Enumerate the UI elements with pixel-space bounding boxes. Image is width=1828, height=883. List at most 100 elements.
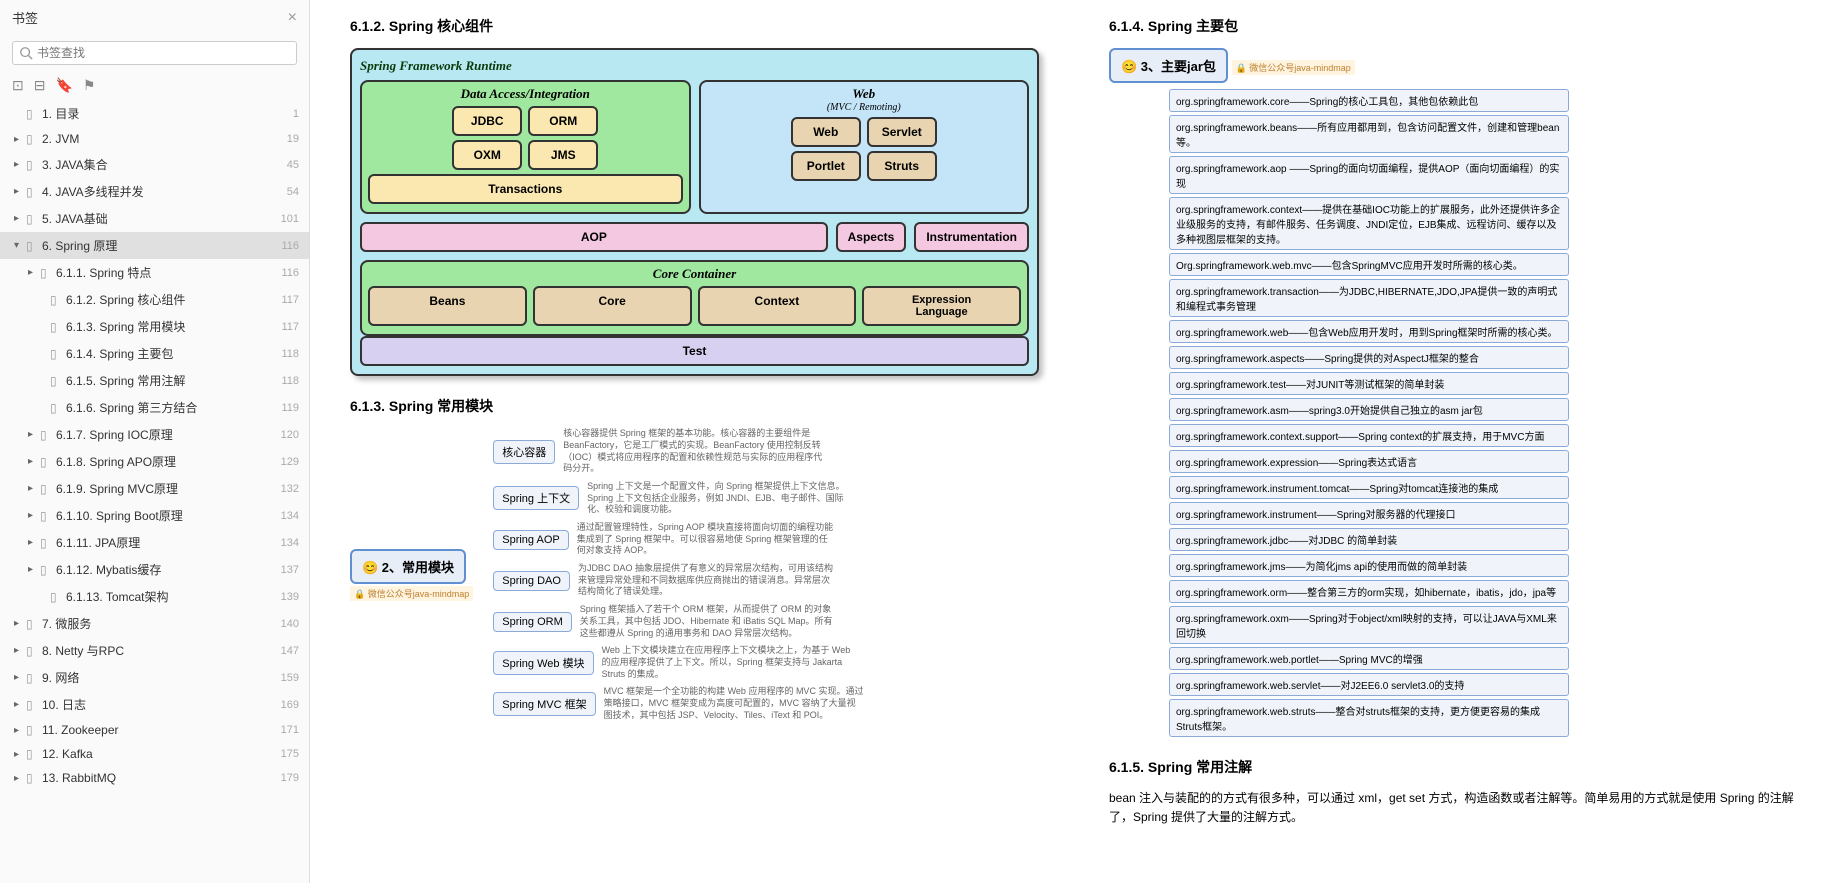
- bookmark-item[interactable]: ▯6.1.4. Spring 主要包118: [0, 340, 309, 367]
- bookmark-item[interactable]: ▸▯3. JAVA集合45: [0, 151, 309, 178]
- bookmark-item[interactable]: ▸▯6.1.11. JPA原理134: [0, 529, 309, 556]
- bookmark-item[interactable]: ▯6.1.13. Tomcat架构139: [0, 583, 309, 610]
- bookmark-item[interactable]: ▸▯2. JVM19: [0, 127, 309, 151]
- bookmark-item[interactable]: ▸▯8. Netty 与RPC147: [0, 637, 309, 664]
- module-node: Spring DAO: [493, 571, 570, 591]
- bookmark-item[interactable]: ▸▯11. Zookeeper171: [0, 718, 309, 742]
- servlet-box: Servlet: [867, 117, 937, 147]
- page-icon: ▯: [50, 590, 62, 604]
- bookmarks-sidebar: 书签 × ⊡ ⊟ 🔖 ⚑ ▯1. 目录1▸▯2. JVM19▸▯3. JAVA集…: [0, 0, 310, 883]
- chevron-icon: ▸: [28, 483, 38, 494]
- bookmark-item[interactable]: ▯1. 目录1: [0, 100, 309, 127]
- page-icon: ▯: [50, 374, 62, 388]
- bookmark-page: 179: [269, 772, 299, 784]
- page-icon: ▯: [40, 482, 52, 496]
- bookmark-page: 119: [269, 402, 299, 414]
- page-icon: ▯: [26, 644, 38, 658]
- bookmark-item[interactable]: ▸▯5. JAVA基础101: [0, 205, 309, 232]
- bookmark-item[interactable]: ▸▯9. 网络159: [0, 664, 309, 691]
- mm3-root: 😊 3、主要jar包: [1109, 48, 1228, 83]
- bookmark-item[interactable]: ▯6.1.6. Spring 第三方结合119: [0, 394, 309, 421]
- page-icon: ▯: [26, 617, 38, 631]
- bookmark-label: 1. 目录: [42, 105, 269, 122]
- bookmark-page: 137: [269, 564, 299, 576]
- bookmark-item[interactable]: ▸▯6.1.1. Spring 特点116: [0, 259, 309, 286]
- web-group: Web (MVC / Remoting) WebServlet PortletS…: [699, 80, 1030, 214]
- jar-item: org.springframework.jms——为简化jms api的使用而做…: [1169, 554, 1569, 577]
- bookmark-label: 3. JAVA集合: [42, 156, 269, 173]
- bookmark-label: 6. Spring 原理: [42, 237, 269, 254]
- search-icon: [19, 46, 33, 60]
- page-icon: ▯: [26, 698, 38, 712]
- search-input[interactable]: [37, 46, 290, 60]
- bookmark-item[interactable]: ▸▯6.1.12. Mybatis缓存137: [0, 556, 309, 583]
- beans-box: Beans: [368, 286, 527, 326]
- jar-item: Org.springframework.web.mvc——包含SpringMVC…: [1169, 253, 1569, 276]
- bookmark-label: 10. 日志: [42, 696, 269, 713]
- module-desc: 核心容器提供 Spring 框架的基本功能。核心容器的主要组件是 BeanFac…: [563, 428, 823, 475]
- module-node: 核心容器: [493, 440, 555, 464]
- bookmark-page: 175: [269, 748, 299, 760]
- page-icon: ▯: [26, 747, 38, 761]
- bookmark-page: 169: [269, 699, 299, 711]
- oxm-box: OXM: [452, 140, 522, 170]
- jar-item: org.springframework.orm——整合第三方的orm实现，如hi…: [1169, 580, 1569, 603]
- module-node: Spring MVC 框架: [493, 692, 595, 716]
- bookmark-item[interactable]: ▸▯13. RabbitMQ179: [0, 766, 309, 790]
- bookmark-page: 116: [269, 267, 299, 279]
- struts-box: Struts: [867, 151, 937, 181]
- chevron-icon: ▸: [14, 186, 24, 197]
- bookmark-page: 147: [269, 645, 299, 657]
- bookmark-item[interactable]: ▾▯6. Spring 原理116: [0, 232, 309, 259]
- page-icon: ▯: [26, 212, 38, 226]
- heading-614: 6.1.4. Spring 主要包: [1109, 16, 1798, 36]
- bookmark-item[interactable]: ▸▯10. 日志169: [0, 691, 309, 718]
- bookmark-item[interactable]: ▸▯6.1.8. Spring APO原理129: [0, 448, 309, 475]
- bookmark-page: 171: [269, 724, 299, 736]
- bookmark-label: 6.1.3. Spring 常用模块: [66, 318, 269, 335]
- jms-box: JMS: [528, 140, 598, 170]
- bookmark-item[interactable]: ▸▯4. JAVA多线程并发54: [0, 178, 309, 205]
- bookmark-item[interactable]: ▸▯7. 微服务140: [0, 610, 309, 637]
- modules-mindmap: 😊 2、常用模块 🔒 微信公众号java-mindmap 核心容器核心容器提供 …: [350, 428, 1039, 721]
- bookmark-page: 129: [269, 456, 299, 468]
- bookmark-item[interactable]: ▸▯6.1.10. Spring Boot原理134: [0, 502, 309, 529]
- data-access-group: Data Access/Integration JDBCORM OXMJMS T…: [360, 80, 691, 214]
- jar-item: org.springframework.instrument——Spring对服…: [1169, 502, 1569, 525]
- bookmark-item[interactable]: ▯6.1.3. Spring 常用模块117: [0, 313, 309, 340]
- instrumentation-box: Instrumentation: [914, 222, 1029, 252]
- close-icon[interactable]: ×: [288, 9, 297, 27]
- search-box[interactable]: [12, 41, 297, 65]
- bookmark-page: 134: [269, 510, 299, 522]
- page-icon: ▯: [26, 185, 38, 199]
- chevron-icon: ▸: [28, 564, 38, 575]
- jar-item: org.springframework.transaction——为JDBC,H…: [1169, 279, 1569, 317]
- bookmark-page: 120: [269, 429, 299, 441]
- chevron-icon: ▸: [14, 725, 24, 736]
- bookmark-item[interactable]: ▯6.1.5. Spring 常用注解118: [0, 367, 309, 394]
- bookmark-label: 4. JAVA多线程并发: [42, 183, 269, 200]
- bookmark-page: 101: [269, 213, 299, 225]
- expand-all-icon[interactable]: ⊡: [12, 77, 24, 94]
- page-icon: ▯: [26, 132, 38, 146]
- collapse-all-icon[interactable]: ⊟: [34, 77, 46, 94]
- bookmark-item[interactable]: ▸▯12. Kafka175: [0, 742, 309, 766]
- sidebar-toolbar: ⊡ ⊟ 🔖 ⚑: [0, 71, 309, 100]
- module-desc: 为JDBC DAO 抽象层提供了有意义的异常层次结构，可用该结构来管理异常处理和…: [578, 563, 838, 598]
- document-content[interactable]: 6.1.2. Spring 核心组件 Spring Framework Runt…: [310, 0, 1828, 883]
- jar-item: org.springframework.web——包含Web应用开发时，用到Sp…: [1169, 320, 1569, 343]
- bookmark-item[interactable]: ▯6.1.2. Spring 核心组件117: [0, 286, 309, 313]
- page-icon: ▯: [50, 347, 62, 361]
- page-icon: ▯: [26, 671, 38, 685]
- bookmark-item[interactable]: ▸▯6.1.9. Spring MVC原理132: [0, 475, 309, 502]
- bookmark-item[interactable]: ▸▯6.1.7. Spring IOC原理120: [0, 421, 309, 448]
- bookmark-outline-icon[interactable]: ⚑: [83, 77, 96, 94]
- bookmark-filled-icon[interactable]: 🔖: [55, 77, 72, 94]
- module-node: Spring AOP: [493, 530, 568, 550]
- bookmark-label: 2. JVM: [42, 132, 269, 146]
- bookmark-list[interactable]: ▯1. 目录1▸▯2. JVM19▸▯3. JAVA集合45▸▯4. JAVA多…: [0, 100, 309, 883]
- jar-item: org.springframework.instrument.tomcat——S…: [1169, 476, 1569, 499]
- module-desc: Spring 上下文是一个配置文件，向 Spring 框架提供上下文信息。Spr…: [587, 481, 847, 516]
- sidebar-header: 书签 ×: [0, 0, 309, 35]
- chevron-icon: ▸: [28, 267, 38, 278]
